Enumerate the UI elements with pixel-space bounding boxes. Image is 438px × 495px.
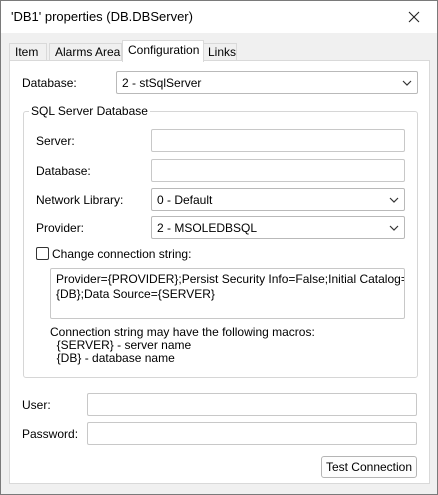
network-library-label: Network Library: — [36, 193, 124, 207]
change-connection-label[interactable]: Change connection string: — [52, 247, 191, 261]
tab-item[interactable]: Item — [9, 43, 47, 61]
chevron-down-icon — [402, 80, 412, 86]
connection-string-line: {DB};Data Source={SERVER} — [56, 287, 215, 301]
database-type-select[interactable]: 2 - stSqlServer — [116, 71, 418, 94]
chevron-down-icon — [389, 197, 399, 203]
sql-server-group-legend: SQL Server Database — [29, 104, 150, 118]
tab-links[interactable]: Links — [202, 43, 237, 61]
macros-note: Connection string may have the following… — [50, 326, 315, 365]
sql-database-input[interactable] — [151, 159, 405, 182]
password-input[interactable] — [87, 422, 417, 445]
connection-string-line: Provider={PROVIDER};Persist Security Inf… — [56, 272, 405, 286]
title-bar: 'DB1' properties (DB.DBServer) — [1, 1, 437, 33]
provider-select[interactable]: 2 - MSOLEDBSQL — [151, 216, 405, 239]
sql-database-label: Database: — [36, 164, 91, 178]
close-button[interactable] — [391, 1, 437, 33]
user-input[interactable] — [87, 393, 417, 416]
change-connection-checkbox[interactable] — [36, 247, 49, 260]
provider-value: 2 - MSOLEDBSQL — [157, 221, 258, 235]
database-type-value: 2 - stSqlServer — [122, 76, 202, 90]
close-icon — [408, 11, 420, 23]
window-title: 'DB1' properties (DB.DBServer) — [11, 9, 193, 24]
password-label: Password: — [22, 427, 79, 441]
server-input[interactable] — [151, 129, 405, 152]
test-connection-button[interactable]: Test Connection — [321, 456, 417, 478]
network-library-value: 0 - Default — [157, 193, 213, 207]
chevron-down-icon — [389, 225, 399, 231]
tab-configuration[interactable]: Configuration — [122, 40, 204, 62]
server-label: Server: — [36, 134, 75, 148]
network-library-select[interactable]: 0 - Default — [151, 188, 405, 211]
macros-note-line: {DB} - database name — [50, 351, 175, 365]
provider-label: Provider: — [36, 221, 85, 235]
user-label: User: — [22, 398, 51, 412]
properties-dialog: 'DB1' properties (DB.DBServer) Item Alar… — [0, 0, 438, 495]
database-type-label: Database: — [22, 76, 77, 90]
tab-alarms-area[interactable]: Alarms Area — [49, 43, 122, 61]
test-connection-label: Test Connection — [325, 460, 413, 474]
connection-string-textarea[interactable]: Provider={PROVIDER};Persist Security Inf… — [50, 268, 405, 319]
